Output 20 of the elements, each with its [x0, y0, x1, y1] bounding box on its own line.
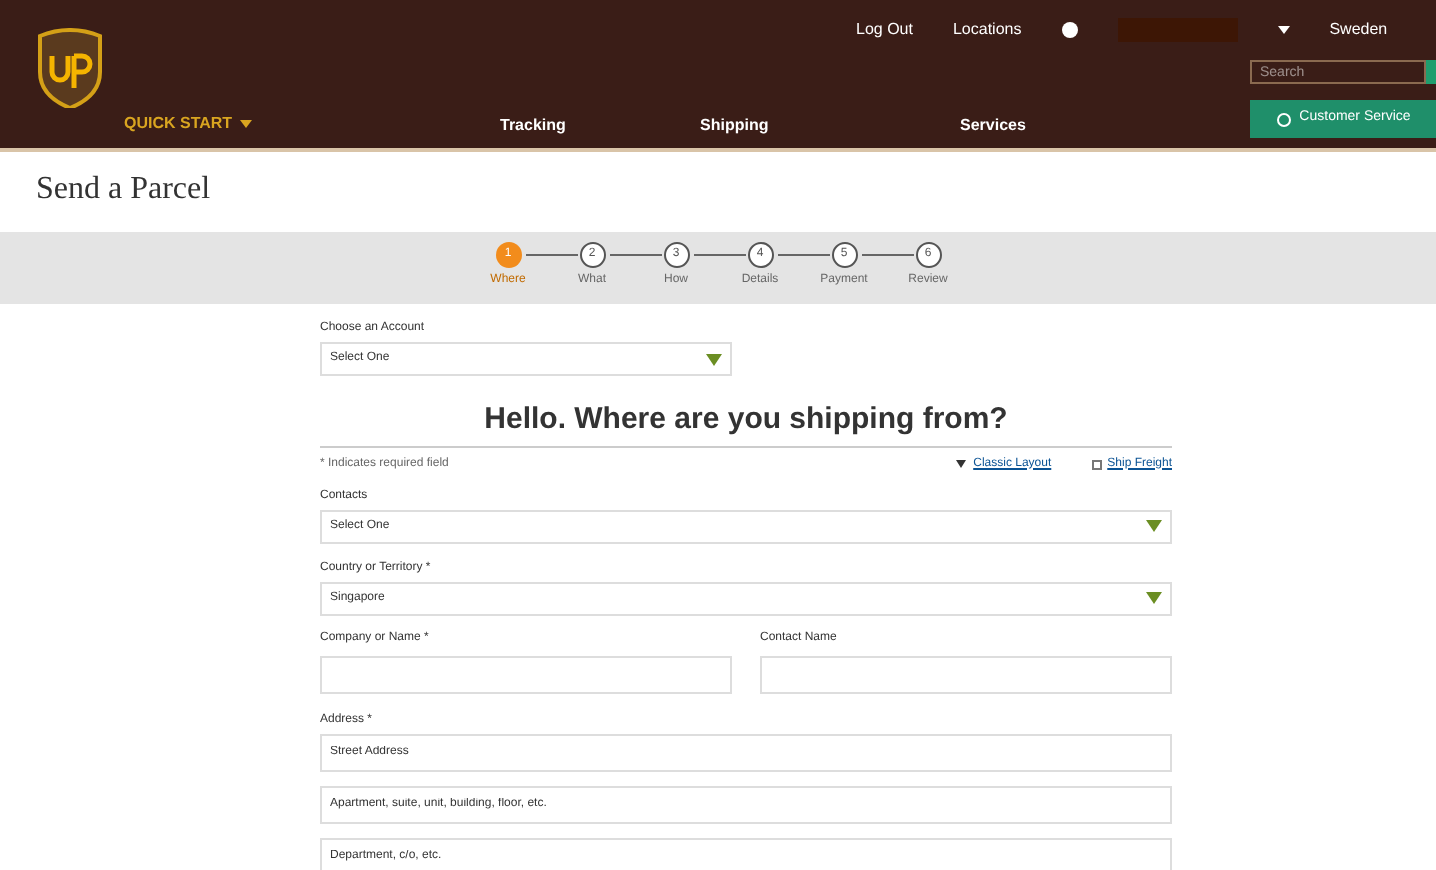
top-link[interactable]: Locations [952, 18, 1022, 42]
page-title: Send a Parcel [36, 170, 213, 210]
quick-start-menu[interactable]: QUICK START [124, 112, 253, 136]
section-heading: Hello. Where are you shipping from? [320, 398, 1172, 447]
caret-icon [1146, 520, 1162, 532]
caret-icon [240, 120, 253, 128]
shield-logo-icon [36, 28, 104, 108]
caret-icon [706, 353, 722, 365]
region-link[interactable]: Sweden [1329, 18, 1388, 42]
caret-icon [1146, 592, 1162, 604]
ship-freight-checkbox[interactable] [1091, 459, 1102, 469]
top-link[interactable]: Log Out [856, 18, 913, 42]
nav-link[interactable]: Shipping [700, 114, 769, 138]
nav-link[interactable]: Services [960, 114, 1026, 138]
nav-link[interactable]: Tracking [500, 114, 566, 138]
input-field[interactable] [320, 656, 732, 694]
caret-icon [955, 460, 966, 468]
caret-icon [1277, 26, 1290, 34]
input-field[interactable] [760, 656, 1172, 694]
search-button[interactable] [1426, 60, 1436, 84]
